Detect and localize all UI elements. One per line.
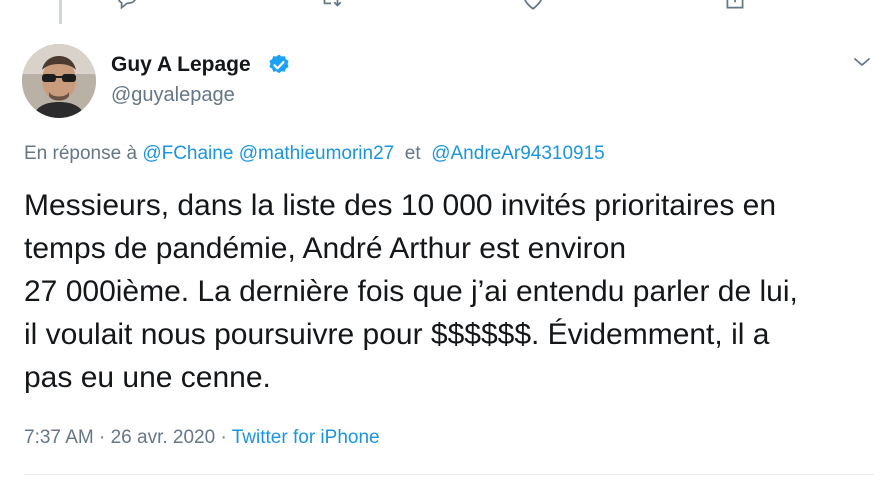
reply-context: En réponse à @FChaine @mathieumorin27 et…	[24, 143, 605, 165]
avatar-image	[22, 44, 96, 118]
tweet-meta: 7:37 AM · 26 avr. 2020 · Twitter for iPh…	[24, 427, 380, 449]
tweet-text: Messieurs, dans la liste des 10 000 invi…	[24, 189, 798, 394]
heart-icon[interactable]	[520, 0, 546, 12]
mention-link[interactable]: @FChaine	[142, 143, 233, 164]
meta-separator: ·	[99, 427, 106, 448]
author-display-name[interactable]: Guy A Lepage	[111, 53, 251, 77]
reply-icon[interactable]	[114, 0, 140, 12]
tweet-page: Guy A Lepage @guyalepage En réponse à @F…	[0, 0, 894, 478]
tweet-date[interactable]: 26 avr. 2020	[111, 427, 216, 448]
divider	[24, 474, 874, 475]
reply-separator: et	[404, 143, 421, 164]
verified-badge-icon	[267, 53, 291, 77]
tweet-time[interactable]: 7:37 AM	[24, 427, 94, 448]
tweet-source-link[interactable]: Twitter for iPhone	[232, 427, 380, 448]
meta-separator: ·	[220, 427, 227, 448]
chevron-down-icon[interactable]	[850, 50, 874, 74]
share-icon[interactable]	[722, 0, 748, 12]
retweet-icon[interactable]	[318, 0, 344, 12]
author-handle[interactable]: @guyalepage	[111, 84, 235, 107]
avatar[interactable]	[22, 44, 96, 118]
mention-link[interactable]: @mathieumorin27	[239, 143, 395, 164]
reply-prefix: En réponse à	[24, 143, 138, 164]
previous-tweet-actions	[0, 0, 894, 12]
mention-link[interactable]: @AndreAr94310915	[431, 143, 605, 164]
